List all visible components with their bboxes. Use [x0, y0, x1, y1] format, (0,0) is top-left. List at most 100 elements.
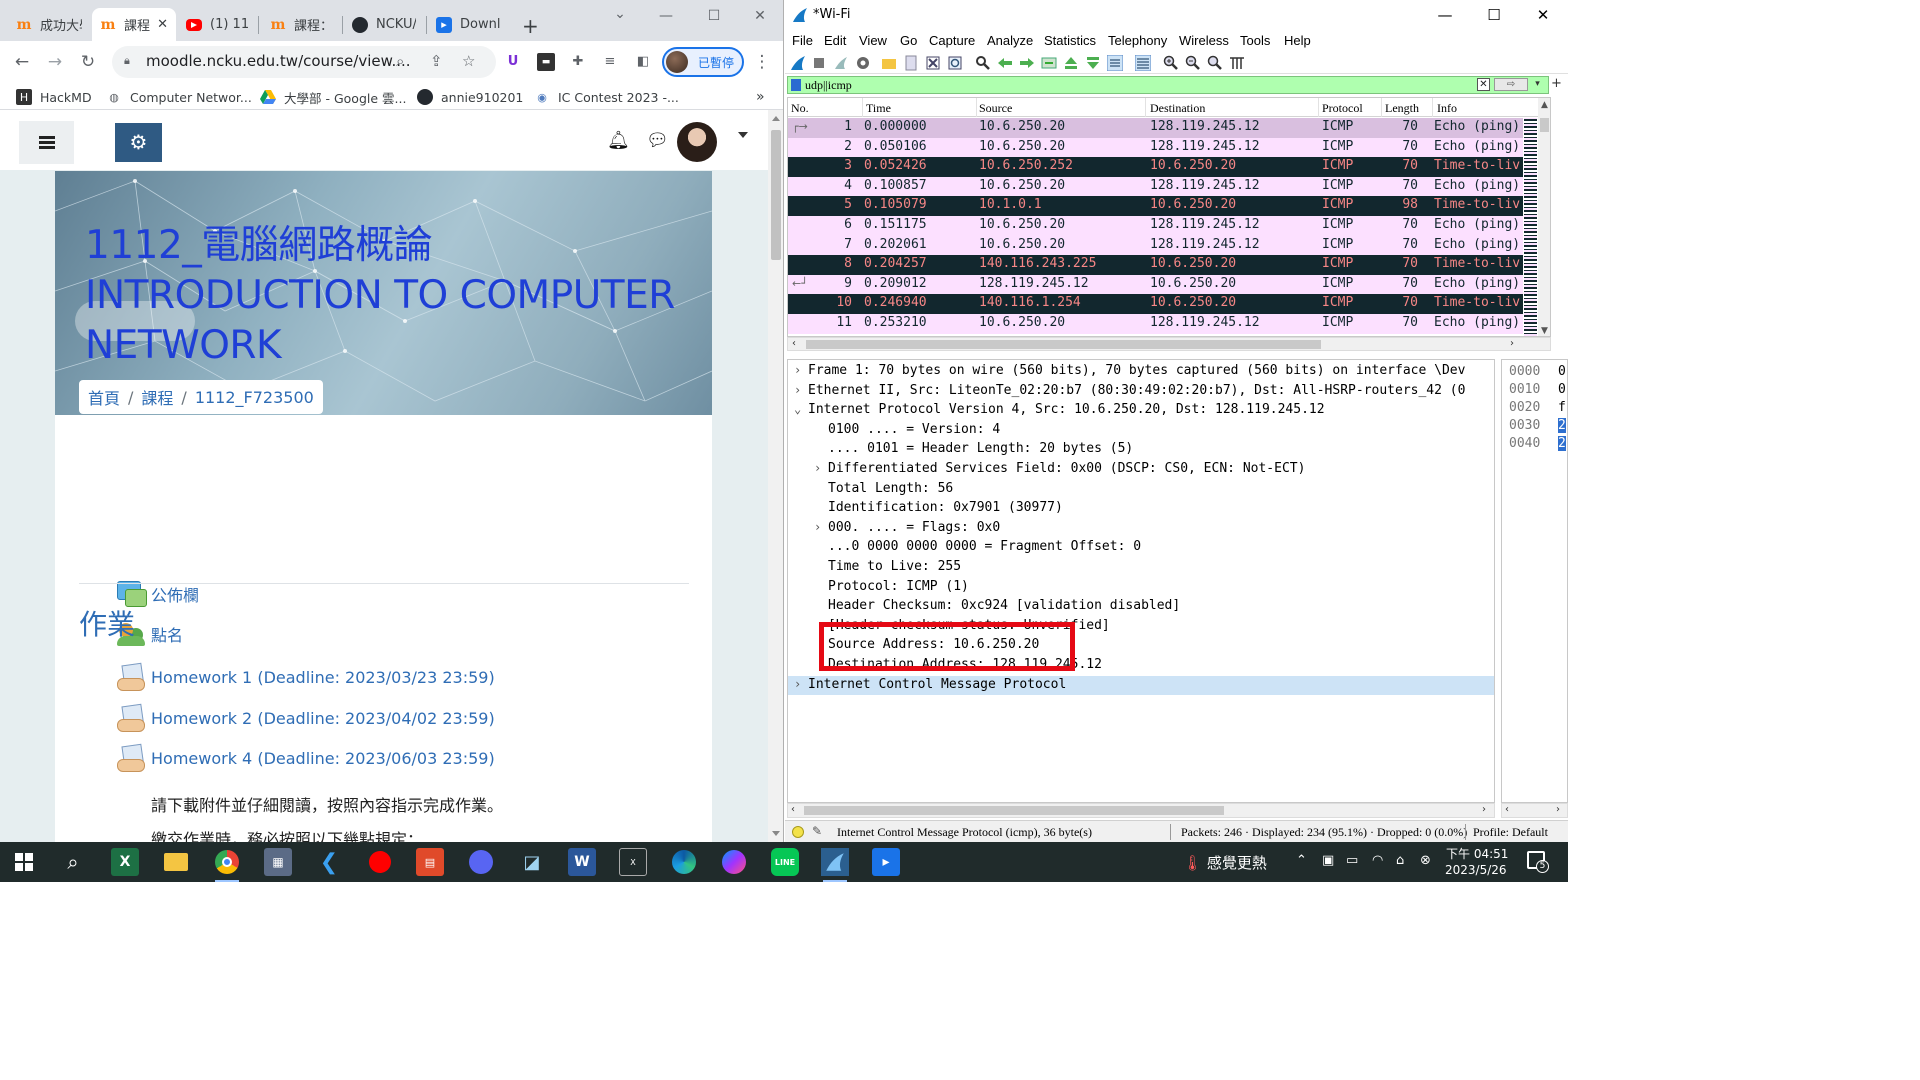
tray-device-icon[interactable]: ▣ — [1322, 853, 1334, 868]
tree-expanded-chevron-icon[interactable]: ⌄ — [794, 402, 801, 416]
detail-tree-row[interactable]: ...0 0000 0000 0000 = Fragment Offset: 0 — [788, 538, 1494, 558]
packet-minimap[interactable] — [1524, 118, 1537, 336]
autoscroll-icon[interactable] — [1107, 55, 1123, 71]
discord-icon[interactable] — [467, 848, 495, 876]
tab-youtube[interactable]: (1) 111 — [178, 8, 256, 41]
col-header-destination[interactable]: Destination — [1150, 101, 1205, 116]
side-panel-icon[interactable]: ◧ — [634, 53, 652, 71]
tray-chevron-up-icon[interactable]: ⌃ — [1296, 853, 1307, 868]
resize-columns-icon[interactable] — [1229, 55, 1245, 71]
windows-start-icon[interactable] — [10, 848, 38, 876]
scrollbar-thumb[interactable] — [806, 340, 1321, 349]
packet-row[interactable]: 3 0.052426 10.6.250.252 10.6.250.20 ICMP 70 Ti… — [788, 157, 1523, 177]
calculator-icon[interactable]: ▦ — [264, 848, 292, 876]
col-header-protocol[interactable]: Protocol — [1322, 101, 1363, 116]
word-icon[interactable]: W — [568, 848, 596, 876]
bookmark-computer-network[interactable]: ◍ Computer Networ... — [106, 87, 252, 107]
vscode-icon[interactable]: ❮ — [315, 848, 343, 876]
breadcrumb-home-link[interactable]: 首頁 — [88, 385, 120, 409]
menu-wireless[interactable]: Wireless — [1179, 33, 1229, 48]
col-header-no[interactable]: No. — [791, 101, 809, 116]
close-window-button[interactable]: ✕ — [1533, 6, 1553, 24]
add-filter-button-icon[interactable]: + — [1551, 76, 1562, 91]
zoom-icon[interactable]: ⌕ — [396, 52, 404, 70]
mplab-xide-icon[interactable]: X — [619, 848, 647, 876]
detail-tree-row[interactable]: 0100 .... = Version: 4 — [788, 421, 1494, 441]
packet-row[interactable]: 4 0.100857 10.6.250.20 128.119.245.12 ICMP 70… — [788, 176, 1523, 197]
col-header-source[interactable]: Source — [979, 101, 1012, 116]
detail-tree-row[interactable]: Identification: 0x7901 (30977) — [788, 499, 1494, 519]
youtube-music-icon[interactable] — [366, 848, 394, 876]
course-settings-gear-icon[interactable]: ⚙ — [115, 123, 162, 162]
packet-row[interactable]: 7 0.202061 10.6.250.20 128.119.245.12 ICMP 70… — [788, 235, 1523, 256]
tree-collapsed-chevron-icon[interactable]: › — [814, 520, 821, 534]
scroll-right-icon[interactable]: › — [1556, 804, 1560, 815]
chrome-icon[interactable] — [213, 848, 241, 882]
bookmark-ic-contest[interactable]: ◉ IC Contest 2023 -... — [534, 87, 679, 107]
col-header-length[interactable]: Length — [1385, 101, 1419, 116]
close-window-button[interactable]: ✕ — [748, 8, 772, 26]
line-icon[interactable]: LINE — [771, 848, 799, 876]
tree-collapsed-chevron-icon[interactable]: › — [794, 383, 801, 397]
url-text[interactable]: moodle.ncku.edu.tw/course/view.... — [146, 52, 411, 70]
hex-byte[interactable]: 2 — [1558, 418, 1566, 433]
assignment-link-hw4[interactable]: Homework 4 (Deadline: 2023/06/03 23:59) — [117, 745, 495, 772]
breadcrumb-courses-link[interactable]: 課程 — [141, 385, 173, 409]
zoom-in-icon[interactable] — [1163, 55, 1179, 71]
menu-capture[interactable]: Capture — [929, 33, 975, 48]
bookmark-google-drive[interactable]: 大學部 - Google 雲... — [260, 87, 406, 107]
clear-filter-icon[interactable]: ✕ — [1477, 78, 1490, 91]
packet-row[interactable]: 2 0.050106 10.6.250.20 128.119.245.12 ICMP 70… — [788, 137, 1523, 158]
wifi-icon[interactable]: ◠ — [1372, 853, 1383, 868]
detail-tree-row[interactable]: Total Length: 56 — [788, 480, 1494, 500]
normal-size-icon[interactable] — [1207, 55, 1223, 71]
menu-view[interactable]: View — [859, 33, 887, 48]
excel-icon[interactable]: X — [111, 848, 139, 876]
maximize-button[interactable]: ☐ — [1484, 6, 1504, 24]
bookmarks-overflow-button[interactable]: » — [756, 87, 765, 107]
packet-row[interactable]: 5 0.105079 10.1.0.1 10.6.250.20 ICMP 98 Time-t… — [788, 196, 1523, 216]
close-file-icon[interactable] — [925, 55, 941, 71]
user-menu-caret-icon[interactable] — [738, 132, 748, 138]
wireshark-taskbar-icon[interactable] — [821, 848, 849, 882]
messages-chat-icon[interactable]: 💬︎ — [646, 130, 669, 151]
detail-tree-row[interactable]: › Internet Control Message Protocol — [788, 675, 1494, 696]
packet-row[interactable]: 8 0.204257 140.116.243.225 10.6.250.20 ICMP 7… — [788, 255, 1523, 275]
hex-byte[interactable]: f — [1558, 400, 1566, 415]
chrome-menu-icon[interactable]: ⋮ — [750, 50, 774, 74]
packet-list-hscrollbar[interactable]: ‹ › — [787, 337, 1551, 351]
scroll-right-icon[interactable]: › — [1510, 338, 1514, 349]
network-icon[interactable]: ⌂ — [1396, 853, 1404, 868]
menu-help[interactable]: Help — [1284, 33, 1311, 48]
page-scrollbar[interactable] — [768, 110, 783, 842]
edge-icon[interactable] — [670, 848, 698, 876]
bookmark-github-user[interactable]: annie910201 — [417, 87, 523, 107]
assignment-link-hw2[interactable]: Homework 2 (Deadline: 2023/04/02 23:59) — [117, 705, 495, 732]
packet-bytes-hscrollbar[interactable]: ‹ › — [1501, 803, 1568, 818]
status-profile[interactable]: Profile: Default — [1473, 825, 1548, 840]
detail-tree-row[interactable]: › Ethernet II, Src: LiteonTe_02:20:b7 (80… — [788, 382, 1494, 402]
maximize-button[interactable]: ☐ — [702, 8, 726, 26]
hex-byte[interactable]: 2 — [1558, 436, 1566, 451]
go-to-packet-icon[interactable] — [1041, 55, 1057, 71]
go-back-arrow-icon[interactable] — [997, 55, 1013, 71]
tree-collapsed-chevron-icon[interactable]: › — [794, 677, 801, 691]
tab-ncku-home[interactable]: m 成功大學 — [8, 8, 90, 41]
scrollbar-thumb[interactable] — [771, 130, 781, 260]
weather-widget[interactable]: 🌡︎ 感覺更熱 — [1183, 852, 1267, 873]
bookmark-star-icon[interactable]: ☆ — [462, 52, 475, 70]
menu-statistics[interactable]: Statistics — [1044, 33, 1096, 48]
menu-telephony[interactable]: Telephony — [1108, 33, 1167, 48]
user-avatar[interactable] — [677, 122, 717, 162]
packet-row[interactable]: 6 0.151175 10.6.250.20 128.119.245.12 ICMP 70… — [788, 216, 1523, 236]
minimize-button[interactable]: — — [654, 8, 678, 26]
find-packet-magnifier-icon[interactable] — [975, 55, 991, 71]
menu-analyze[interactable]: Analyze — [987, 33, 1033, 48]
media-playlist-icon[interactable]: ≡ — [601, 53, 619, 71]
extension-terminal-icon[interactable]: ▬ — [537, 53, 555, 71]
col-header-info[interactable]: Info — [1437, 101, 1457, 116]
packet-list-vscrollbar[interactable]: ▲ ▼ — [1538, 98, 1550, 336]
scroll-up-icon[interactable] — [772, 116, 780, 121]
battery-icon[interactable]: ▭ — [1346, 853, 1358, 868]
col-header-time[interactable]: Time — [866, 101, 891, 116]
